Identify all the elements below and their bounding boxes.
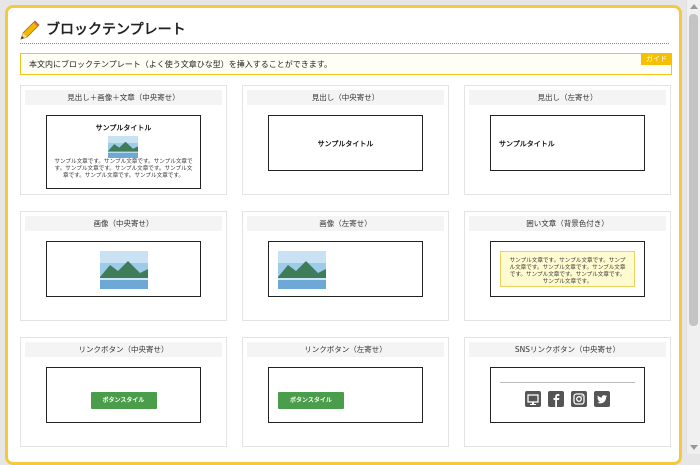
template-label: SNSリンクボタン（中央寄せ） <box>469 342 666 357</box>
scroll-up-arrow-icon[interactable] <box>690 4 698 9</box>
facebook-icon <box>547 391 564 407</box>
template-preview <box>490 367 645 423</box>
page-header: ブロックテンプレート <box>18 16 669 44</box>
template-label: 見出し（中央寄せ） <box>247 90 444 105</box>
preview-text: サンプル文章です。サンプル文章です。サンプル文章です。サンプル文章です。サンプル… <box>509 258 626 285</box>
landscape-image <box>108 136 138 158</box>
template-preview <box>46 241 201 297</box>
template-card-link-button-center[interactable]: リンクボタン（中央寄せ） ボタンスタイル <box>20 337 227 447</box>
sample-link-button: ボタンスタイル <box>278 392 344 409</box>
vertical-scrollbar[interactable] <box>686 0 700 454</box>
boxed-text-area: サンプル文章です。サンプル文章です。サンプル文章です。サンプル文章です。サンプル… <box>500 251 635 287</box>
template-card-heading-image-text-center[interactable]: 見出し＋画像＋文章（中央寄せ） サンプルタイトル サンプル文章です。サンプル文章… <box>20 85 227 195</box>
preview-text: サンプル文章です。サンプル文章です。サンプル文章です。サンプル文章です。サンプル… <box>54 159 193 179</box>
template-preview: サンプルタイトル <box>490 115 645 171</box>
guide-button[interactable]: ガイド <box>641 53 672 65</box>
notice-text: 本文内にブロックテンプレート（よく使う文章ひな型）を挿入することができます。 <box>29 60 332 69</box>
template-preview <box>268 241 423 297</box>
template-label: 画像（左寄せ） <box>247 216 444 231</box>
template-label: リンクボタン（中央寄せ） <box>25 342 222 357</box>
template-card-image-center[interactable]: 画像（中央寄せ） <box>20 211 227 321</box>
instagram-icon <box>571 391 588 407</box>
sns-icon-row <box>491 391 644 410</box>
landscape-image <box>278 251 326 289</box>
template-preview: ボタンスタイル <box>268 367 423 423</box>
template-preview: サンプルタイトル <box>268 115 423 171</box>
template-preview: サンプル文章です。サンプル文章です。サンプル文章です。サンプル文章です。サンプル… <box>490 241 645 297</box>
template-label: 画像（中央寄せ） <box>25 216 222 231</box>
notice-box: 本文内にブロックテンプレート（よく使う文章ひな型）を挿入することができます。 ガ… <box>20 53 672 75</box>
scrollbar-thumb[interactable] <box>689 14 698 326</box>
template-label: 見出し＋画像＋文章（中央寄せ） <box>25 90 222 105</box>
template-label: 囲い文章（背景色付き） <box>469 216 666 231</box>
template-card-image-left[interactable]: 画像（左寄せ） <box>242 211 449 321</box>
template-preview: サンプルタイトル サンプル文章です。サンプル文章です。サンプル文章です。サンプル… <box>46 115 201 189</box>
preview-title: サンプルタイトル <box>317 140 374 148</box>
monitor-icon <box>524 391 541 407</box>
template-card-link-button-left[interactable]: リンクボタン（左寄せ） ボタンスタイル <box>242 337 449 447</box>
preview-title: サンプルタイトル <box>499 140 555 148</box>
sns-divider <box>500 382 635 383</box>
landscape-image <box>100 251 148 289</box>
template-card-heading-center[interactable]: 見出し（中央寄せ） サンプルタイトル <box>242 85 449 195</box>
pencil-icon <box>20 20 40 40</box>
preview-title: サンプルタイトル <box>95 124 152 132</box>
scroll-down-arrow-icon[interactable] <box>690 445 698 450</box>
sample-link-button: ボタンスタイル <box>90 392 157 409</box>
template-card-heading-left[interactable]: 見出し（左寄せ） サンプルタイトル <box>464 85 671 195</box>
page-title: ブロックテンプレート <box>46 22 186 38</box>
template-label: リンクボタン（左寄せ） <box>247 342 444 357</box>
title-divider <box>20 43 669 44</box>
block-template-panel: ブロックテンプレート 本文内にブロックテンプレート（よく使う文章ひな型）を挿入す… <box>5 5 682 465</box>
template-preview: ボタンスタイル <box>46 367 201 423</box>
template-label: 見出し（左寄せ） <box>469 90 666 105</box>
template-card-boxed-text[interactable]: 囲い文章（背景色付き） サンプル文章です。サンプル文章です。サンプル文章です。サ… <box>464 211 671 321</box>
template-card-sns-buttons[interactable]: SNSリンクボタン（中央寄せ） <box>464 337 671 447</box>
twitter-icon <box>594 391 611 407</box>
